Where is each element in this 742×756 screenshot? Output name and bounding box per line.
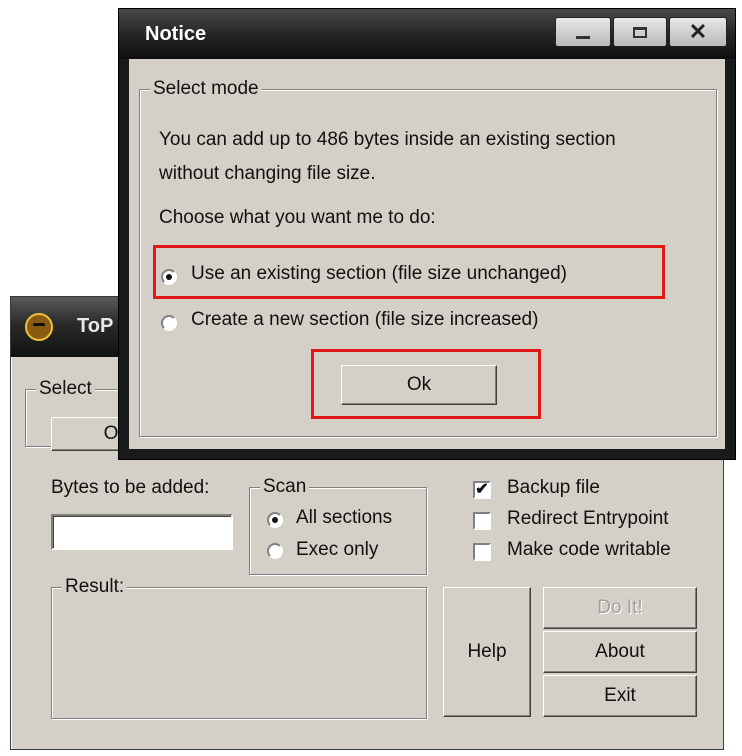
message-line-1: You can add up to 486 bytes inside an ex… bbox=[159, 129, 616, 150]
notice-client-area: Select mode You can add up to 486 bytes … bbox=[129, 59, 725, 449]
make-writable-label: Make code writable bbox=[507, 539, 671, 560]
create-new-label: Create a new section (file size increase… bbox=[191, 309, 539, 330]
backup-file-checkbox[interactable]: ✔ bbox=[473, 481, 491, 499]
do-it-button-label: Do It! bbox=[597, 597, 643, 618]
scan-exec-label: Exec only bbox=[296, 539, 379, 560]
exit-button-label: Exit bbox=[604, 685, 636, 706]
notice-title: Notice bbox=[145, 23, 207, 45]
highlight-existing-option bbox=[153, 245, 665, 299]
exit-button[interactable]: Exit bbox=[543, 675, 697, 717]
about-button[interactable]: About bbox=[543, 631, 697, 673]
result-group: Result: bbox=[51, 576, 427, 719]
scan-exec-radio[interactable] bbox=[267, 543, 283, 559]
highlight-ok-button bbox=[311, 349, 541, 419]
select-mode-label: Select mode bbox=[150, 78, 262, 100]
help-button[interactable]: Help bbox=[443, 587, 531, 717]
create-new-radio[interactable] bbox=[161, 315, 177, 331]
app-logo-icon bbox=[25, 313, 53, 341]
minimize-icon bbox=[576, 35, 590, 39]
close-icon: ✕ bbox=[688, 19, 708, 44]
maximize-icon bbox=[633, 26, 647, 38]
select-group-label: Select bbox=[36, 378, 95, 400]
back-window-title: ToP bbox=[77, 315, 114, 337]
bytes-input[interactable] bbox=[51, 514, 233, 550]
about-button-label: About bbox=[595, 641, 645, 662]
scan-group-label: Scan bbox=[260, 476, 310, 498]
minimize-button[interactable] bbox=[555, 17, 611, 47]
message-line-2: without changing file size. bbox=[159, 163, 376, 184]
result-group-label: Result: bbox=[62, 576, 128, 598]
prompt-text: Choose what you want me to do: bbox=[159, 207, 436, 228]
close-button[interactable]: ✕ bbox=[669, 17, 727, 47]
scan-group: Scan bbox=[249, 476, 427, 575]
redirect-entrypoint-checkbox[interactable] bbox=[473, 512, 491, 530]
scan-all-radio[interactable] bbox=[267, 512, 283, 528]
open-file-button-label: O bbox=[103, 423, 119, 444]
scan-all-label: All sections bbox=[296, 507, 393, 528]
bytes-label: Bytes to be added: bbox=[51, 477, 210, 498]
notice-dialog: Notice ✕ Select mode You can add up to 4… bbox=[118, 8, 736, 460]
do-it-button[interactable]: Do It! bbox=[543, 587, 697, 629]
notice-titlebar[interactable]: Notice ✕ bbox=[119, 9, 735, 59]
maximize-button[interactable] bbox=[613, 17, 667, 47]
help-button-label: Help bbox=[467, 641, 507, 662]
make-writable-checkbox[interactable] bbox=[473, 543, 491, 561]
redirect-entrypoint-label: Redirect Entrypoint bbox=[507, 508, 669, 529]
backup-file-label: Backup file bbox=[507, 477, 600, 498]
